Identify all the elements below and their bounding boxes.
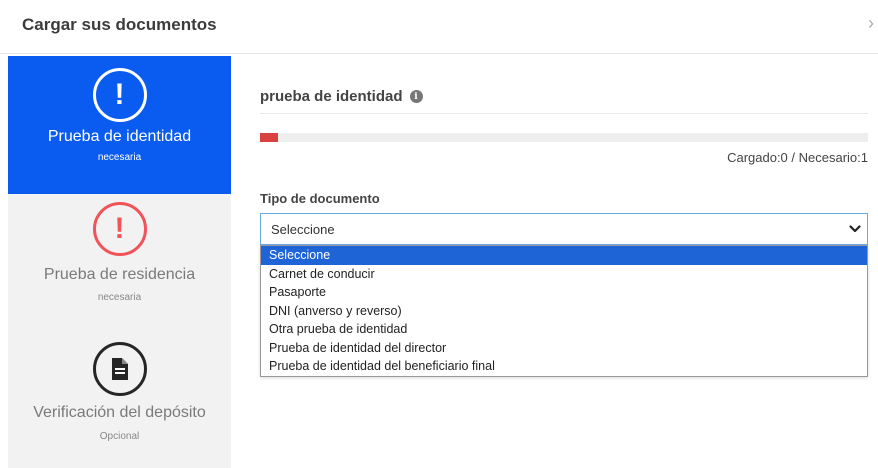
section-title: prueba de identidad i [260, 88, 423, 105]
step-proof-of-residence[interactable]: ! Prueba de residencia necesaria [8, 194, 231, 334]
chevron-down-icon [849, 225, 861, 233]
modal-title: Cargar sus documentos [22, 15, 217, 34]
steps-sidebar: ! Prueba de identidad necesaria ! Prueba… [8, 56, 231, 468]
document-type-select[interactable]: Seleccione [260, 213, 868, 245]
dropdown-option[interactable]: Prueba de identidad del director [261, 339, 867, 358]
step-status: Opcional [99, 431, 140, 442]
upload-panel: prueba de identidad i Cargado:0 / Necesa… [231, 56, 878, 468]
dropdown-option[interactable]: Pasaporte [261, 283, 867, 302]
upload-progress-text: Cargado:0 / Necesario:1 [727, 150, 868, 165]
dropdown-option[interactable]: Otra prueba de identidad [261, 320, 867, 339]
exclamation-icon: ! [92, 202, 147, 256]
step-deposit-verification[interactable]: Verificación del depósito Opcional [8, 334, 231, 468]
close-icon[interactable]: › [868, 14, 874, 32]
document-icon [92, 342, 147, 396]
divider [260, 113, 868, 114]
dropdown-option[interactable]: Seleccione [261, 246, 867, 265]
document-icon-shape [111, 358, 128, 380]
step-label: Verificación del depósito [33, 404, 206, 421]
document-type-label: Tipo de documento [260, 191, 380, 206]
step-proof-of-identity[interactable]: ! Prueba de identidad necesaria [8, 56, 231, 194]
select-value: Seleccione [271, 222, 335, 237]
modal-header: Cargar sus documentos › [0, 0, 878, 54]
step-status: necesaria [97, 292, 142, 303]
dropdown-option[interactable]: Prueba de identidad del beneficiario fin… [261, 357, 867, 376]
info-icon[interactable]: i [409, 90, 423, 103]
exclamation-icon: ! [92, 68, 147, 122]
step-label: Prueba de identidad [47, 128, 192, 145]
upload-progress-fill [260, 133, 278, 142]
dropdown-option[interactable]: DNI (anverso y reverso) [261, 302, 867, 321]
upload-progress-track [260, 133, 868, 142]
dropdown-option[interactable]: Carnet de conducir [261, 265, 867, 284]
section-title-text: prueba de identidad [260, 88, 403, 105]
step-status: necesaria [97, 152, 142, 163]
document-type-dropdown: Seleccione Carnet de conducir Pasaporte DNI… [260, 245, 868, 377]
step-label: Prueba de residencia [43, 266, 196, 283]
